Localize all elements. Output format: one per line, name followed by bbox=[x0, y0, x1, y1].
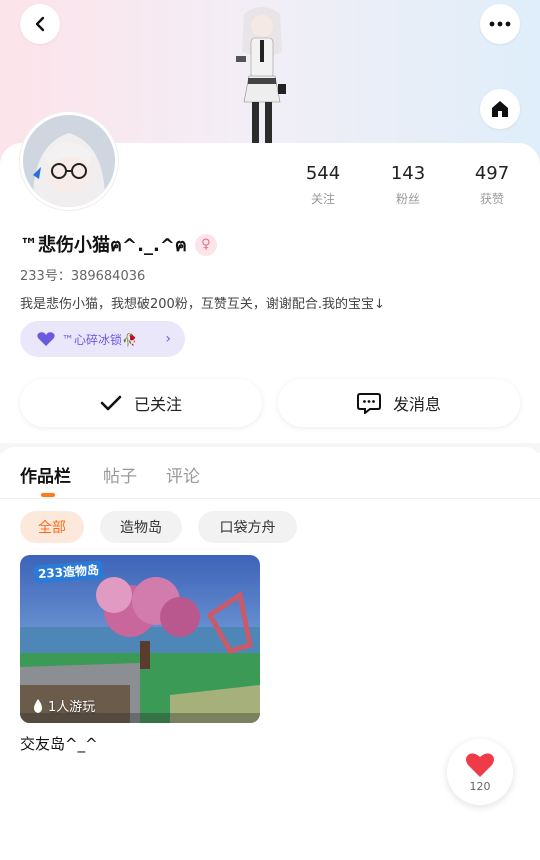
work-players-row: 1人游玩 bbox=[32, 696, 95, 715]
like-count: 120 bbox=[469, 779, 491, 793]
avatar[interactable] bbox=[20, 112, 118, 210]
stat-followers-label: 粉丝 bbox=[395, 192, 420, 206]
fan-group-tag[interactable]: ™心碎冰锁🥀 › bbox=[20, 321, 185, 357]
username-row: ™悲伤小猫ฅ^._.^ฅ ♀ bbox=[20, 230, 217, 259]
back-button[interactable] bbox=[20, 4, 60, 44]
flame-icon bbox=[34, 698, 42, 713]
work-players-count: 1人游玩 bbox=[48, 700, 96, 715]
fan-group-tag-label: ™心碎冰锁🥀 bbox=[62, 332, 137, 347]
stat-followers[interactable]: 143 粉丝 bbox=[373, 162, 443, 207]
stat-following[interactable]: 544 关注 bbox=[288, 162, 358, 207]
bio: 我是悲伤小猫，我想破200粉，互赞互关，谢谢配合.我的宝宝↓ bbox=[20, 297, 385, 312]
user-id: 233号：389684036 bbox=[20, 269, 146, 284]
stat-likes-label: 获赞 bbox=[479, 192, 504, 206]
send-message-button-label: 发消息 bbox=[392, 395, 441, 414]
work-card[interactable]: 233造物岛 1人游玩 bbox=[20, 555, 260, 723]
home-button[interactable] bbox=[480, 89, 520, 129]
home-icon bbox=[492, 101, 508, 117]
more-button[interactable] bbox=[480, 4, 520, 44]
heart-icon bbox=[466, 752, 494, 777]
message-icon bbox=[356, 393, 381, 414]
filter-chip-creation-island[interactable]: 造物岛 bbox=[100, 511, 182, 543]
tab-bar-divider bbox=[0, 498, 540, 499]
work-title[interactable]: 交友岛^_^ bbox=[20, 733, 98, 754]
stat-following-value: 544 bbox=[305, 163, 341, 184]
back-arrow-icon bbox=[35, 16, 45, 32]
chevron-right-icon: › bbox=[165, 331, 171, 347]
check-icon bbox=[100, 395, 122, 411]
stat-following-label: 关注 bbox=[310, 192, 335, 206]
gender-female-icon: ♀ bbox=[194, 233, 217, 256]
profile-cover-character bbox=[236, 7, 286, 144]
following-button[interactable]: 已关注 bbox=[20, 379, 262, 427]
stat-followers-value: 143 bbox=[390, 163, 426, 184]
stat-likes-value: 497 bbox=[474, 163, 510, 184]
filter-chip-pocket-ark[interactable]: 口袋方舟 bbox=[198, 511, 297, 543]
send-message-button[interactable]: 发消息 bbox=[278, 379, 520, 427]
purple-heart-icon bbox=[37, 332, 55, 346]
following-button-label: 已关注 bbox=[133, 395, 182, 414]
tab-works[interactable]: 作品栏 bbox=[20, 462, 71, 487]
tab-posts[interactable]: 帖子 bbox=[103, 462, 137, 487]
username: ™悲伤小猫ฅ^._.^ฅ bbox=[20, 235, 187, 256]
more-dots-icon bbox=[489, 21, 511, 27]
tab-comments[interactable]: 评论 bbox=[166, 462, 200, 487]
avatar-image bbox=[23, 115, 115, 207]
like-button[interactable]: 120 bbox=[447, 739, 513, 805]
stat-likes[interactable]: 497 获赞 bbox=[457, 162, 527, 207]
filter-chip-all[interactable]: 全部 bbox=[20, 511, 84, 543]
active-tab-indicator bbox=[41, 493, 55, 497]
